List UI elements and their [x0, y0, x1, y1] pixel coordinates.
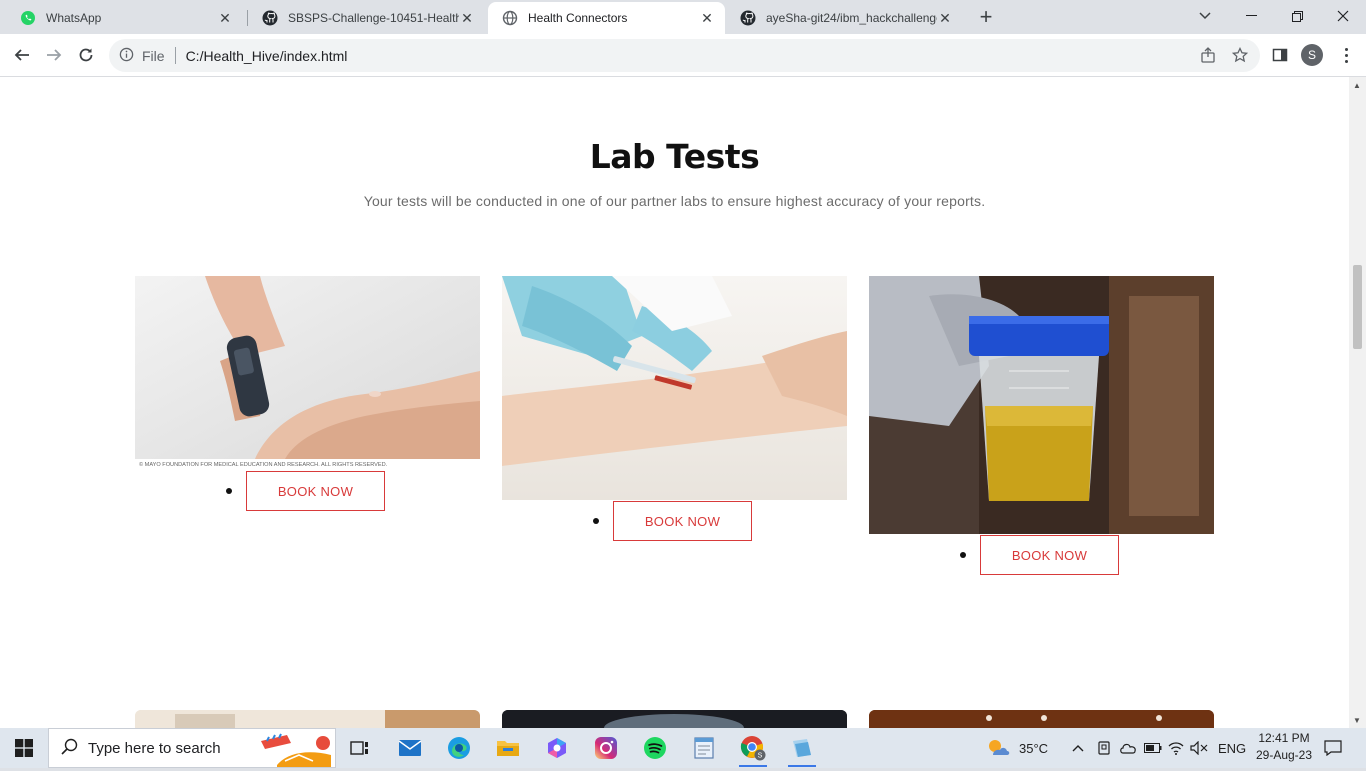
- forward-arrow-icon[interactable]: [40, 41, 68, 69]
- notifications-icon[interactable]: [1324, 728, 1342, 768]
- mail-icon[interactable]: [394, 732, 426, 764]
- instagram-icon[interactable]: [590, 732, 622, 764]
- book-now-button[interactable]: BOOK NOW: [246, 471, 385, 511]
- bookmark-star-icon[interactable]: [1228, 43, 1252, 67]
- close-icon[interactable]: ✕: [217, 10, 233, 26]
- input-language[interactable]: ENG: [1218, 728, 1246, 768]
- address-divider: [174, 47, 176, 64]
- scheme-label: File: [142, 47, 165, 64]
- list-item: BOOK NOW: [226, 471, 385, 511]
- tab-title: ayeSha-git24/ibm_hackchallenge: [766, 11, 937, 25]
- taskbar-search-box[interactable]: Type here to search: [48, 728, 336, 768]
- back-arrow-icon[interactable]: [8, 41, 36, 69]
- wifi-icon[interactable]: [1168, 728, 1184, 768]
- volume-muted-icon[interactable]: [1190, 728, 1208, 768]
- meet-now-icon[interactable]: [1097, 728, 1111, 768]
- info-icon[interactable]: [119, 47, 134, 65]
- more-menu-icon[interactable]: [1336, 44, 1356, 66]
- address-bar[interactable]: File C:/Health_Hive/index.html: [109, 39, 1260, 72]
- list-bullet: [593, 518, 599, 524]
- copilot-icon[interactable]: [541, 732, 573, 764]
- urine-test-image: [869, 276, 1214, 534]
- weather-widget[interactable]: 35°C: [985, 728, 1048, 768]
- url-text[interactable]: C:/Health_Hive/index.html: [186, 48, 348, 64]
- search-highlight-illustration-icon: [257, 731, 335, 771]
- tab-title: Health Connectors: [528, 11, 628, 25]
- close-icon[interactable]: ✕: [937, 10, 953, 26]
- svg-text:S: S: [758, 753, 763, 760]
- close-icon[interactable]: ✕: [459, 10, 475, 26]
- section-subtitle: Your tests will be conducted in one of o…: [363, 193, 986, 209]
- search-icon: [61, 738, 78, 759]
- book-now-button[interactable]: BOOK NOW: [980, 535, 1119, 575]
- onedrive-cloud-icon[interactable]: [1119, 728, 1137, 768]
- image-copyright-caption: © MAYO FOUNDATION FOR MEDICAL EDUCATION …: [139, 461, 388, 468]
- blood-test-image: [502, 276, 847, 500]
- profile-avatar[interactable]: S: [1301, 44, 1323, 66]
- next-card-image: [135, 710, 480, 728]
- github-icon: [740, 10, 756, 26]
- next-card-image: [869, 710, 1214, 728]
- list-item: BOOK NOW: [960, 535, 1119, 575]
- globe-icon: [502, 10, 518, 26]
- list-bullet: [226, 488, 232, 494]
- file-explorer-icon[interactable]: [492, 732, 524, 764]
- chrome-icon[interactable]: S: [737, 732, 769, 767]
- weather-temp: 35°C: [1019, 740, 1049, 756]
- tab-sbsps-challenge[interactable]: SBSPS-Challenge-10451-HealthC ✕: [248, 2, 485, 34]
- tab-health-connectors[interactable]: Health Connectors ✕: [488, 2, 725, 34]
- section-title: Lab Tests: [589, 137, 760, 176]
- search-placeholder: Type here to search: [88, 739, 221, 757]
- tab-title: WhatsApp: [46, 11, 102, 25]
- restore-icon[interactable]: [1274, 0, 1320, 32]
- system-clock[interactable]: 12:41 PM 29-Aug-23: [1244, 730, 1324, 764]
- page-scrollbar[interactable]: ▲ ▼: [1349, 77, 1366, 728]
- reload-icon[interactable]: [72, 41, 100, 69]
- edge-icon[interactable]: [443, 732, 475, 764]
- book-now-button[interactable]: BOOK NOW: [613, 501, 752, 541]
- scroll-down-icon[interactable]: ▼: [1353, 716, 1361, 725]
- list-bullet: [960, 552, 966, 558]
- scroll-up-icon[interactable]: ▲: [1353, 81, 1361, 90]
- scroll-thumb[interactable]: [1353, 265, 1362, 349]
- page-viewport: Lab Tests Your tests will be conducted i…: [0, 77, 1366, 728]
- github-icon: [262, 10, 278, 26]
- battery-icon[interactable]: [1144, 728, 1162, 768]
- tab-strip: WhatsApp ✕ SBSPS-Challenge-10451-HealthC…: [0, 0, 1366, 34]
- clock-time: 12:41 PM: [1258, 731, 1310, 745]
- tab-whatsapp[interactable]: WhatsApp ✕: [6, 2, 243, 34]
- tab-search-chevron-down-icon[interactable]: [1182, 0, 1228, 32]
- files-icon[interactable]: [786, 732, 818, 767]
- glucose-test-image: © MAYO FOUNDATION FOR MEDICAL EDUCATION …: [135, 276, 480, 469]
- close-window-icon[interactable]: [1320, 0, 1366, 32]
- share-icon[interactable]: [1196, 43, 1220, 67]
- windows-taskbar: Type here to search S 35°C ENG 12:41 PM …: [0, 728, 1366, 768]
- new-tab-button[interactable]: +: [972, 3, 1000, 31]
- browser-toolbar: File C:/Health_Hive/index.html S: [0, 34, 1366, 77]
- show-hidden-icons-chevron-up-icon[interactable]: [1072, 728, 1084, 768]
- partly-sunny-icon: [989, 740, 1010, 755]
- clock-date: 29-Aug-23: [1255, 748, 1313, 762]
- task-view-icon[interactable]: [344, 732, 376, 764]
- minimize-icon[interactable]: [1228, 0, 1274, 32]
- notepad-icon[interactable]: [688, 732, 720, 764]
- side-panel-icon[interactable]: [1268, 43, 1292, 67]
- tab-ibm-hackchallenge[interactable]: ayeSha-git24/ibm_hackchallenge ✕: [726, 2, 963, 34]
- windows-start-icon[interactable]: [0, 728, 48, 768]
- spotify-icon[interactable]: [639, 732, 671, 764]
- close-icon[interactable]: ✕: [699, 10, 715, 26]
- list-item: BOOK NOW: [593, 501, 752, 541]
- whatsapp-icon: [20, 10, 36, 26]
- next-card-image: [502, 710, 847, 728]
- tab-title: SBSPS-Challenge-10451-HealthC: [288, 11, 459, 25]
